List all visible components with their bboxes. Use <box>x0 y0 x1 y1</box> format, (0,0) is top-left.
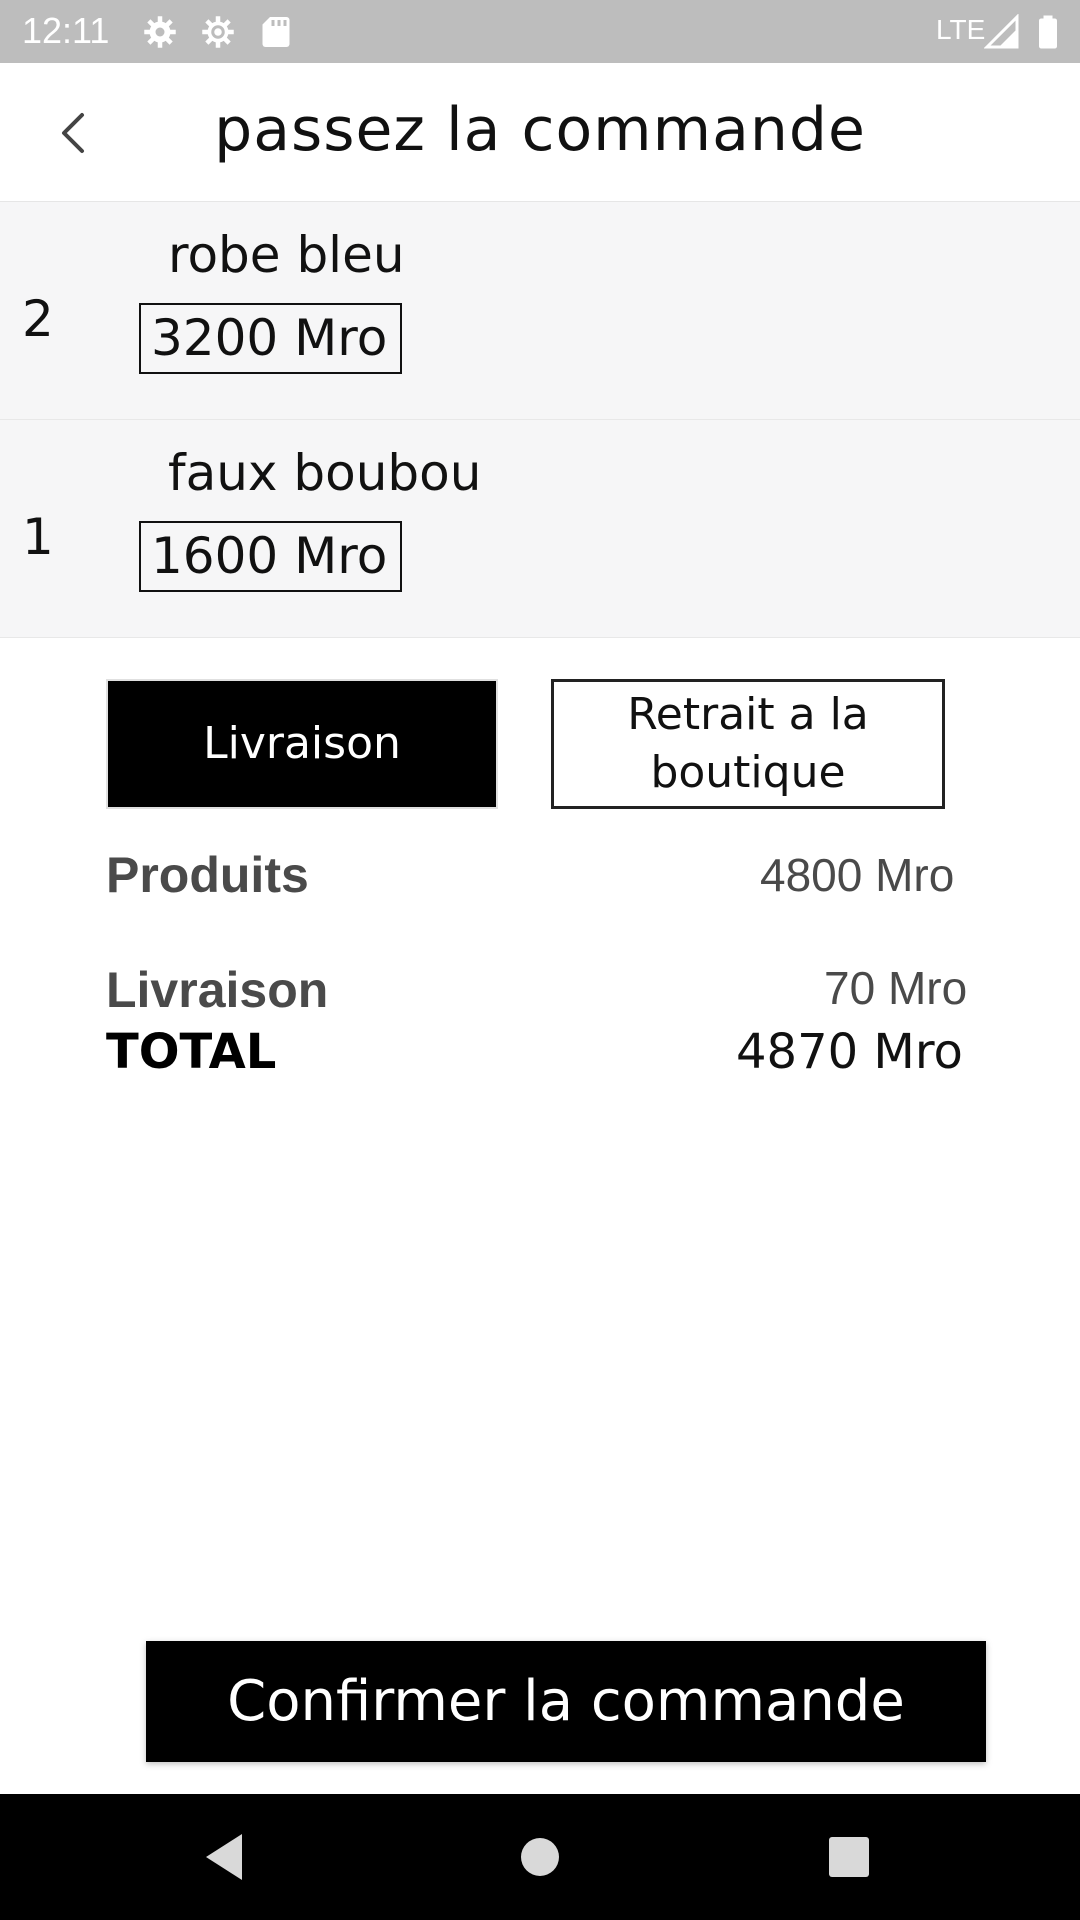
total-value: 4870 Mro <box>736 1024 963 1080</box>
pickup-option-label: Retrait a la boutique <box>627 689 869 798</box>
item-name: robe bleu <box>168 226 405 284</box>
order-item-row: 1 faux boubou 1600 Mro <box>0 420 1080 638</box>
app-bar: passez la commande <box>0 63 1080 202</box>
status-time: 12:11 <box>22 10 110 51</box>
item-name: faux boubou <box>168 444 482 502</box>
navigation-bar <box>0 1794 1080 1920</box>
home-circle-icon[interactable] <box>507 1824 573 1890</box>
battery-icon <box>1039 15 1057 49</box>
network-label: LTE <box>936 14 986 45</box>
products-label: Produits <box>106 847 309 903</box>
item-quantity: 1 <box>22 508 54 566</box>
recents-square-icon[interactable] <box>816 1824 882 1890</box>
item-price: 3200 Mro <box>139 303 402 374</box>
item-quantity: 2 <box>22 290 54 348</box>
settings-icon <box>144 16 176 48</box>
settings-outline-icon <box>202 16 234 48</box>
delivery-fee-label: Livraison <box>106 962 329 1018</box>
status-bar: 12:11 LTE <box>0 0 1080 63</box>
order-item-row: 2 robe bleu 3200 Mro <box>0 202 1080 420</box>
pickup-option-button[interactable]: Retrait a la boutique <box>551 679 945 809</box>
item-price: 1600 Mro <box>139 521 402 592</box>
delivery-option-button[interactable]: Livraison <box>106 679 498 809</box>
total-label: TOTAL <box>106 1024 277 1080</box>
signal-icon <box>984 14 1019 49</box>
page-title: passez la commande <box>214 95 866 165</box>
sd-card-icon <box>262 17 290 47</box>
confirm-order-button[interactable]: Confirmer la commande <box>146 1641 986 1762</box>
back-triangle-icon[interactable] <box>192 1824 258 1890</box>
products-value: 4800 Mro <box>760 849 955 901</box>
order-item-list: 2 robe bleu 3200 Mro 1 faux boubou 1600 … <box>0 202 1080 638</box>
delivery-fee-value: 70 Mro <box>824 962 968 1014</box>
